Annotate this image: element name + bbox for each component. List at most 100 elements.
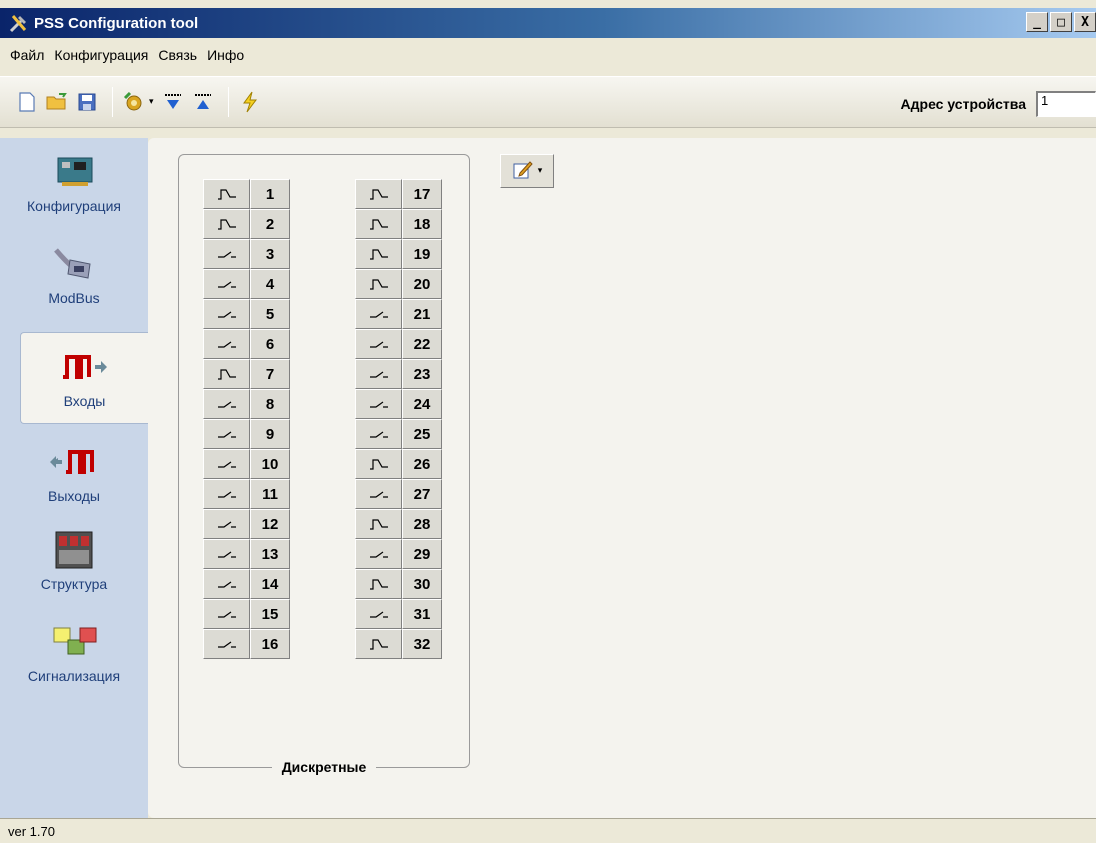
input-number-button[interactable]: 11 (250, 479, 290, 509)
contact-input-icon[interactable] (203, 329, 250, 359)
pulse-input-icon[interactable] (355, 509, 402, 539)
pulse-input-icon[interactable] (355, 269, 402, 299)
pulse-input-icon[interactable] (203, 179, 250, 209)
close-button[interactable]: X (1074, 12, 1096, 32)
input-number-button[interactable]: 23 (402, 359, 442, 389)
input-number-button[interactable]: 29 (402, 539, 442, 569)
contact-input-icon[interactable] (203, 629, 250, 659)
upload-icon[interactable] (190, 89, 216, 115)
contact-input-icon[interactable] (203, 389, 250, 419)
contact-input-icon[interactable] (203, 509, 250, 539)
input-number-button[interactable]: 15 (250, 599, 290, 629)
device-address-input[interactable]: 1 (1036, 91, 1096, 117)
input-number-button[interactable]: 7 (250, 359, 290, 389)
input-number-button[interactable]: 10 (250, 449, 290, 479)
contact-input-icon[interactable] (203, 239, 250, 269)
input-number-button[interactable]: 31 (402, 599, 442, 629)
input-row: 32 (355, 629, 442, 659)
nav-item-structure[interactable]: Структура (0, 530, 148, 592)
pulse-input-icon[interactable] (355, 209, 402, 239)
save-disk-icon[interactable] (74, 89, 100, 115)
nav-item-modbus[interactable]: ModBus (0, 244, 148, 306)
nav-item-alarm[interactable]: Сигнализация (0, 622, 148, 684)
contact-input-icon[interactable] (203, 539, 250, 569)
input-number-button[interactable]: 26 (402, 449, 442, 479)
input-number-button[interactable]: 13 (250, 539, 290, 569)
input-number-button[interactable]: 12 (250, 509, 290, 539)
input-number-button[interactable]: 5 (250, 299, 290, 329)
input-number-button[interactable]: 18 (402, 209, 442, 239)
input-number-button[interactable]: 32 (402, 629, 442, 659)
input-number-button[interactable]: 6 (250, 329, 290, 359)
input-number-button[interactable]: 16 (250, 629, 290, 659)
pulse-input-icon[interactable] (203, 359, 250, 389)
menu-connection[interactable]: Связь (158, 45, 197, 65)
input-number-button[interactable]: 1 (250, 179, 290, 209)
contact-input-icon[interactable] (203, 269, 250, 299)
input-number-button[interactable]: 25 (402, 419, 442, 449)
input-row: 22 (355, 329, 442, 359)
input-number-button[interactable]: 17 (402, 179, 442, 209)
menu-bar: Файл Конфигурация Связь Инфо (0, 38, 1096, 72)
pulse-input-icon[interactable] (355, 179, 402, 209)
settings-dropdown-arrow[interactable]: ▾ (149, 97, 154, 107)
nav-item-inputs[interactable]: Входы (20, 332, 148, 424)
contact-input-icon[interactable] (355, 479, 402, 509)
open-folder-icon[interactable] (44, 89, 70, 115)
nav-item-configuration[interactable]: Конфигурация (0, 152, 148, 214)
pulse-input-icon[interactable] (355, 449, 402, 479)
contact-input-icon[interactable] (203, 569, 250, 599)
input-number-button[interactable]: 8 (250, 389, 290, 419)
menu-info[interactable]: Инфо (207, 45, 244, 65)
contact-input-icon[interactable] (203, 599, 250, 629)
new-file-icon[interactable] (14, 89, 40, 115)
contact-input-icon[interactable] (355, 359, 402, 389)
input-row: 2 (203, 209, 290, 239)
contact-input-icon[interactable] (355, 419, 402, 449)
inputs-column-left: 1 2 3 4 5 6 7 8 9 10 11 12 13 14 15 16 (203, 179, 290, 659)
cable-connector-icon (48, 244, 100, 284)
contact-input-icon[interactable] (355, 539, 402, 569)
input-number-button[interactable]: 4 (250, 269, 290, 299)
contact-input-icon[interactable] (203, 449, 250, 479)
download-icon[interactable] (160, 89, 186, 115)
nav-item-label: Конфигурация (27, 198, 121, 214)
menu-configuration[interactable]: Конфигурация (54, 45, 148, 65)
input-number-button[interactable]: 3 (250, 239, 290, 269)
nav-item-outputs[interactable]: Выходы (0, 442, 148, 504)
pulse-input-icon[interactable] (355, 569, 402, 599)
input-row: 23 (355, 359, 442, 389)
board-icon (48, 152, 100, 192)
contact-input-icon[interactable] (203, 419, 250, 449)
contact-input-icon[interactable] (355, 599, 402, 629)
input-number-button[interactable]: 20 (402, 269, 442, 299)
input-number-button[interactable]: 28 (402, 509, 442, 539)
input-number-button[interactable]: 21 (402, 299, 442, 329)
contact-input-icon[interactable] (355, 299, 402, 329)
input-number-button[interactable]: 2 (250, 209, 290, 239)
input-number-button[interactable]: 14 (250, 569, 290, 599)
contact-input-icon[interactable] (355, 329, 402, 359)
contact-input-icon[interactable] (203, 479, 250, 509)
input-number-button[interactable]: 22 (402, 329, 442, 359)
menu-file[interactable]: Файл (10, 45, 44, 65)
maximize-button[interactable]: □ (1050, 12, 1072, 32)
pulse-input-icon[interactable] (203, 209, 250, 239)
contact-input-icon[interactable] (355, 389, 402, 419)
contact-input-icon[interactable] (203, 299, 250, 329)
group-label: Дискретные (271, 759, 377, 775)
structure-rack-icon (48, 530, 100, 570)
input-number-button[interactable]: 24 (402, 389, 442, 419)
pulse-input-icon[interactable] (355, 629, 402, 659)
settings-gear-icon[interactable] (121, 89, 147, 115)
input-number-button[interactable]: 30 (402, 569, 442, 599)
input-number-button[interactable]: 27 (402, 479, 442, 509)
pulse-input-icon[interactable] (355, 239, 402, 269)
lightning-icon[interactable] (237, 89, 263, 115)
input-number-button[interactable]: 9 (250, 419, 290, 449)
edit-button[interactable]: ▾ (500, 154, 554, 188)
input-row: 9 (203, 419, 290, 449)
input-number-button[interactable]: 19 (402, 239, 442, 269)
app-tools-icon (8, 12, 30, 34)
minimize-button[interactable]: _ (1026, 12, 1048, 32)
